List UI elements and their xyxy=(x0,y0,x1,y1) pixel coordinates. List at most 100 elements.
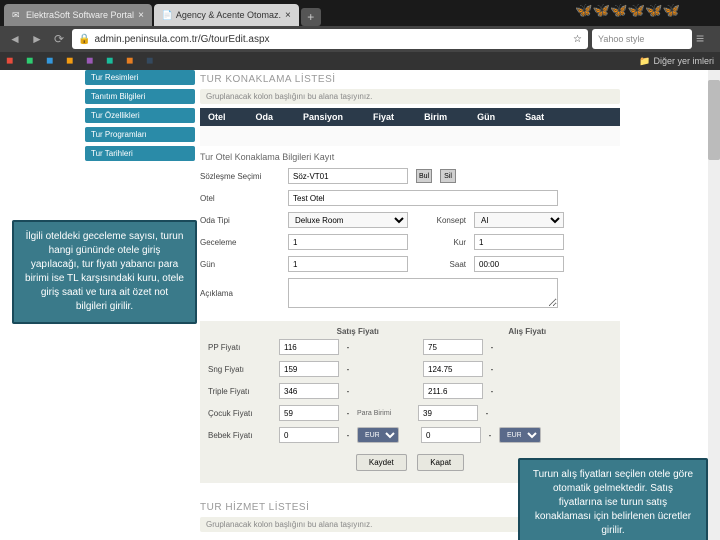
tabs-row: ✉ ElektraSoft Software Portal × 📄 Agency… xyxy=(0,0,720,26)
hour-input[interactable] xyxy=(474,256,564,272)
col-saat[interactable]: Saat xyxy=(525,112,544,122)
hotel-input[interactable] xyxy=(288,190,558,206)
price-row-sng: Sng Fiyatı - - xyxy=(208,358,612,380)
price-row-child: Çocuk Fiyatı - Para Birimi - xyxy=(208,402,612,424)
find-button[interactable]: Bul xyxy=(416,169,432,183)
close-button[interactable]: Kapat xyxy=(417,454,464,471)
tab-elektrasoft[interactable]: ✉ ElektraSoft Software Portal × xyxy=(4,4,152,26)
empty-table-body xyxy=(200,126,620,146)
night-label: Geceleme xyxy=(200,238,280,247)
form-title: Tur Otel Konaklama Bilgileri Kayıt xyxy=(200,146,620,165)
rate-input[interactable] xyxy=(474,234,564,250)
back-button[interactable]: ◄ xyxy=(6,30,24,48)
search-placeholder: Yahoo style xyxy=(598,34,644,44)
buy-currency-select[interactable]: EUR xyxy=(499,427,541,443)
table-header: Otel Oda Pansiyon Fiyat Birim Gün Saat xyxy=(200,108,620,126)
baby-sale[interactable] xyxy=(279,427,339,443)
save-button[interactable]: Kaydet xyxy=(356,454,407,471)
url-bar[interactable]: 🔒 admin.peninsula.com.tr/G/tourEdit.aspx… xyxy=(72,29,588,49)
url-text: admin.peninsula.com.tr/G/tourEdit.aspx xyxy=(94,34,269,45)
sale-currency-select[interactable]: EUR xyxy=(357,427,399,443)
baby-label: Bebek Fiyatı xyxy=(208,431,273,440)
form-row-room: Oda Tipi Deluxe Room Konsept AI xyxy=(200,209,620,231)
close-icon[interactable]: × xyxy=(285,10,291,21)
bookmark-icon[interactable]: ◼ xyxy=(46,55,58,67)
bookmarks-folder[interactable]: 📁 Diğer yer imleri xyxy=(639,56,714,67)
triple-sale[interactable] xyxy=(279,383,339,399)
sng-sale[interactable] xyxy=(279,361,339,377)
new-tab-button[interactable]: + xyxy=(301,8,321,26)
col-otel[interactable]: Otel xyxy=(208,112,226,122)
bookmark-icon[interactable]: ◼ xyxy=(106,55,118,67)
sidebar-item-tanitim[interactable]: Tanıtım Bilgileri xyxy=(85,89,195,104)
form-row-contract: Sözleşme Seçimi Bul Sil xyxy=(200,165,620,187)
annotation-callout-2: Turun alış fiyatları seçilen otele göre … xyxy=(518,458,708,540)
page-icon: 📄 xyxy=(162,10,172,20)
sidebar: Tur Resimleri Tanıtım Bilgileri Tur Özel… xyxy=(85,70,195,165)
desc-textarea[interactable] xyxy=(288,278,558,308)
child-label: Çocuk Fiyatı xyxy=(208,409,273,418)
form-row-day: Gün Saat xyxy=(200,253,620,275)
sidebar-item-ozellikler[interactable]: Tur Özellikleri xyxy=(85,108,195,123)
close-icon[interactable]: × xyxy=(138,10,144,21)
form-row-hotel: Otel xyxy=(200,187,620,209)
col-birim[interactable]: Birim xyxy=(424,112,447,122)
night-input[interactable] xyxy=(288,234,408,250)
section-title: TUR KONAKLAMA LİSTESİ xyxy=(200,70,620,89)
clear-button[interactable]: Sil xyxy=(440,169,456,183)
pp-label: PP Fiyatı xyxy=(208,343,273,352)
page-icon: 🔒 xyxy=(78,34,90,45)
menu-icon[interactable]: ≡ xyxy=(696,30,714,48)
scrollbar[interactable] xyxy=(708,70,720,540)
callout-text: Turun alış fiyatları seçilen otele göre … xyxy=(533,469,693,536)
tab-agency[interactable]: 📄 Agency & Acente Otomaz. × xyxy=(154,4,299,26)
theme-decoration: 🦋🦋🦋🦋🦋🦋 xyxy=(575,2,680,19)
folder-icon: 📁 xyxy=(639,56,650,67)
tab-label: Agency & Acente Otomaz. xyxy=(176,10,281,20)
bookmark-icon[interactable]: ◼ xyxy=(126,55,138,67)
sidebar-item-programlar[interactable]: Tur Programları xyxy=(85,127,195,142)
pp-sale[interactable] xyxy=(279,339,339,355)
forward-button[interactable]: ► xyxy=(28,30,46,48)
price-header: Satış Fiyatı Alış Fiyatı xyxy=(208,327,612,336)
concept-select[interactable]: AI xyxy=(474,212,564,228)
mail-icon: ✉ xyxy=(12,10,22,20)
col-gun[interactable]: Gün xyxy=(477,112,495,122)
col-fiyat[interactable]: Fiyat xyxy=(373,112,394,122)
triple-label: Triple Fiyatı xyxy=(208,387,273,396)
rate-label: Kur xyxy=(416,238,466,247)
sng-label: Sng Fiyatı xyxy=(208,365,273,374)
sng-buy[interactable] xyxy=(423,361,483,377)
triple-buy[interactable] xyxy=(423,383,483,399)
bookmark-icon[interactable]: ◼ xyxy=(6,55,18,67)
bookmark-icon[interactable]: ◼ xyxy=(66,55,78,67)
bookmarks-bar: ◼ ◼ ◼ ◼ ◼ ◼ ◼ ◼ 📁 Diğer yer imleri xyxy=(0,52,720,70)
child-buy[interactable] xyxy=(418,405,478,421)
contract-input[interactable] xyxy=(288,168,408,184)
sidebar-item-resimler[interactable]: Tur Resimleri xyxy=(85,70,195,85)
col-pansiyon[interactable]: Pansiyon xyxy=(303,112,343,122)
bookmark-icon[interactable]: ◼ xyxy=(26,55,38,67)
reload-button[interactable]: ⟳ xyxy=(50,30,68,48)
pp-buy[interactable] xyxy=(423,339,483,355)
scroll-thumb[interactable] xyxy=(708,80,720,160)
bookmark-icon[interactable]: ◼ xyxy=(146,55,158,67)
bookmark-icon[interactable]: ◼ xyxy=(86,55,98,67)
room-label: Oda Tipi xyxy=(200,216,280,225)
search-box[interactable]: Yahoo style xyxy=(592,29,692,49)
sale-header: Satış Fiyatı xyxy=(273,327,443,336)
col-oda[interactable]: Oda xyxy=(256,112,274,122)
room-select[interactable]: Deluxe Room xyxy=(288,212,408,228)
sidebar-item-tarihler[interactable]: Tur Tarihleri xyxy=(85,146,195,161)
day-input[interactable] xyxy=(288,256,408,272)
buy-header: Alış Fiyatı xyxy=(443,327,613,336)
hotel-label: Otel xyxy=(200,194,280,203)
page-viewport: Tur Resimleri Tanıtım Bilgileri Tur Özel… xyxy=(0,70,720,540)
contract-label: Sözleşme Seçimi xyxy=(200,172,280,181)
star-icon[interactable]: ☆ xyxy=(573,34,582,45)
concept-label: Konsept xyxy=(416,216,466,225)
baby-buy[interactable] xyxy=(421,427,481,443)
form-row-desc: Açıklama xyxy=(200,275,620,311)
price-row-baby: Bebek Fiyatı - EUR - EUR xyxy=(208,424,612,446)
child-sale[interactable] xyxy=(279,405,339,421)
